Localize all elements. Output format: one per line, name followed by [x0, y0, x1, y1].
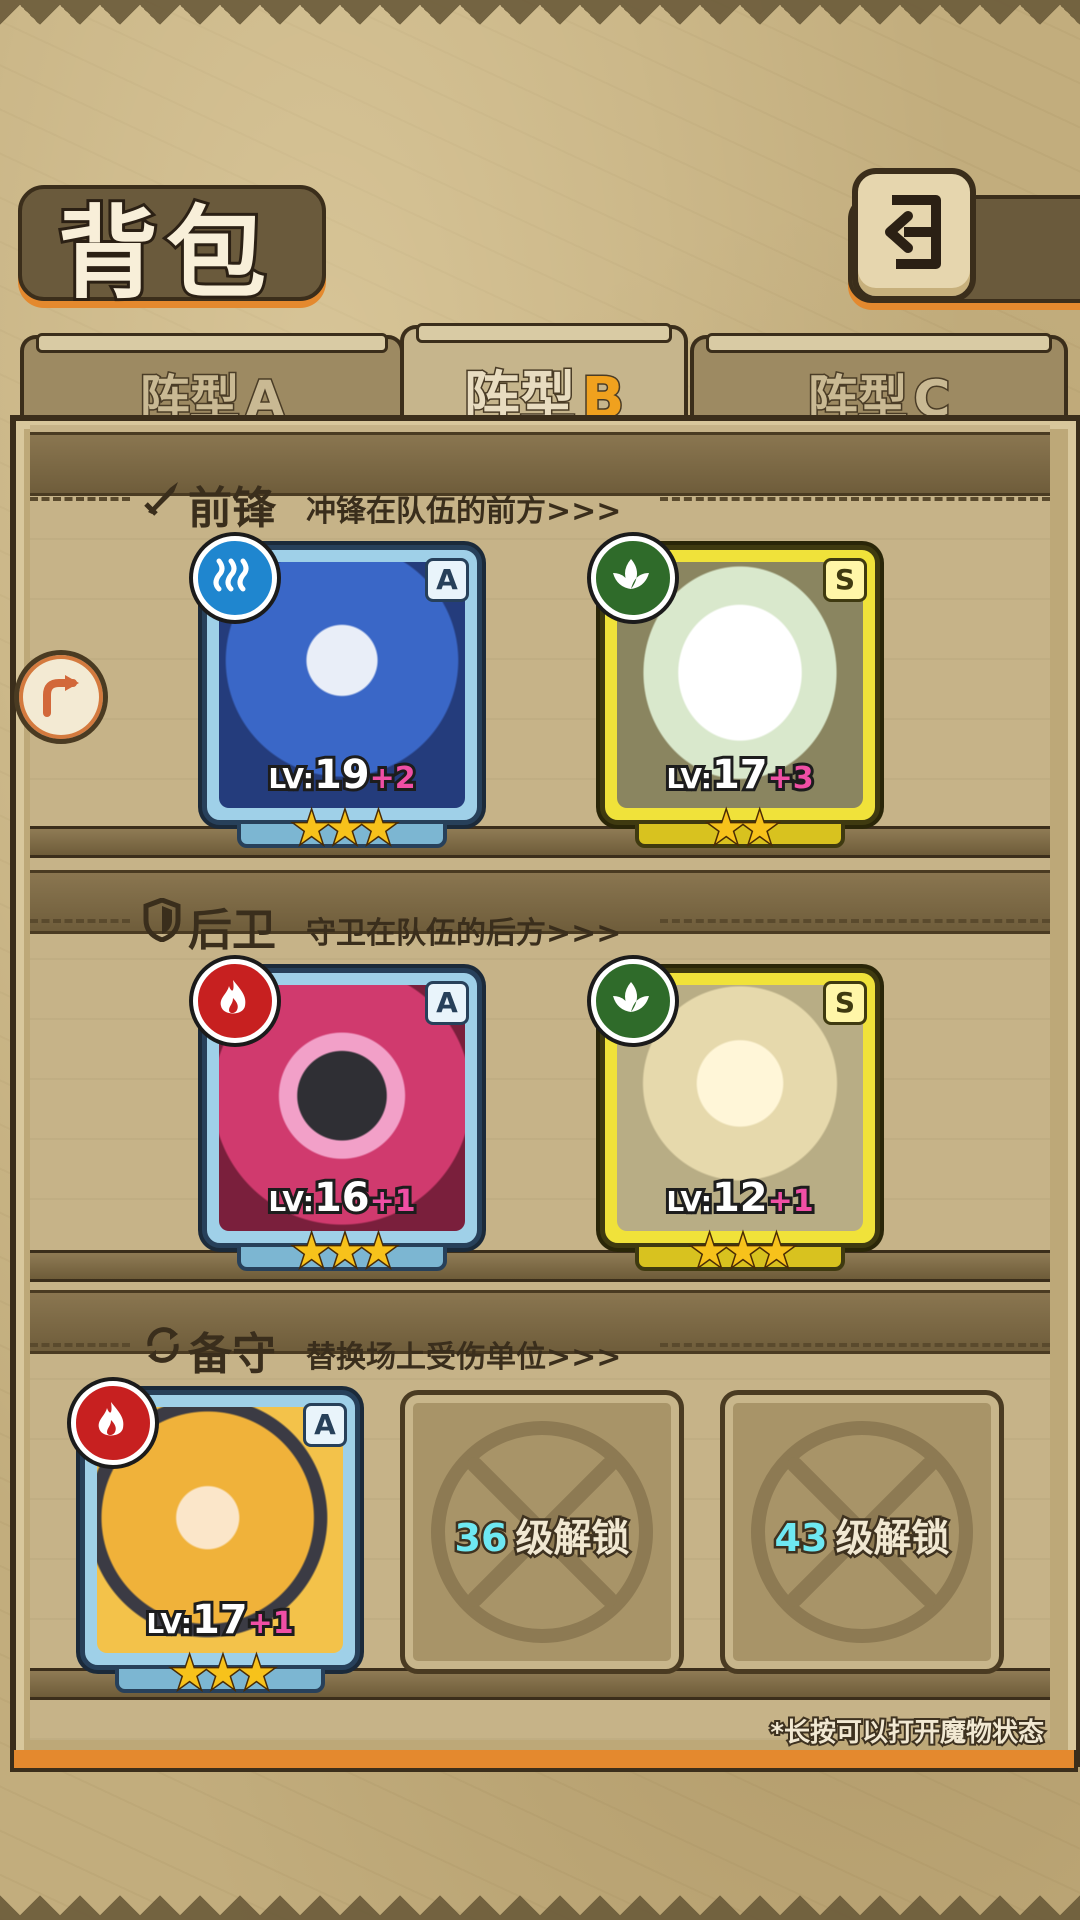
tab-rail — [36, 333, 388, 353]
level-label: LV:17+3 — [663, 749, 816, 801]
unit-card-front-1[interactable]: A LV:19+2 ★★★ — [193, 536, 482, 856]
locked-slot-1[interactable]: 36 级解锁 — [400, 1390, 684, 1674]
shield-icon — [143, 898, 181, 942]
section-title: 前锋 — [188, 483, 276, 534]
shelf — [30, 1250, 1050, 1282]
direction-arrow-icon — [43, 675, 79, 717]
section-subtitle: 冲锋在队伍的前方>>> — [306, 494, 622, 529]
section-header-back: 后卫 守卫在队伍的后方>>> — [30, 886, 1050, 956]
star-rating: ★★★ — [290, 802, 399, 856]
shelf — [30, 826, 1050, 858]
fire-element-icon — [193, 959, 277, 1043]
side-direction-button[interactable] — [14, 650, 108, 744]
unit-card-back-2[interactable]: S LV:12+1 ★★★ — [591, 959, 880, 1279]
section-title: 备守 — [188, 1329, 276, 1380]
level-label: LV:12+1 — [663, 1172, 816, 1224]
section-header-front: 前锋 冲锋在队伍的前方>>> — [30, 464, 1050, 534]
page-title: 背包 — [55, 191, 274, 315]
unlock-requirement: 43 级解锁 — [772, 1514, 952, 1563]
swap-icon — [147, 1327, 179, 1363]
long-press-hint: *长按可以打开魔物状态 — [768, 1716, 1046, 1750]
tab-rail — [706, 333, 1052, 353]
return-arrow-icon — [885, 195, 941, 269]
leaf-element-icon — [591, 536, 675, 620]
star-rating: ★★★ — [688, 1225, 797, 1279]
tab-rail — [416, 323, 672, 343]
section-header-reserve: 备守 替换场上受伤单位>>> — [30, 1310, 1050, 1380]
star-rating: ★★★ — [168, 1647, 277, 1701]
water-element-icon — [193, 536, 277, 620]
rank-badge: A — [425, 558, 469, 602]
level-label: LV:17+1 — [143, 1594, 296, 1646]
locked-slot-2[interactable]: 43 级解锁 — [720, 1390, 1004, 1674]
section-subtitle: 守卫在队伍的后方>>> — [306, 916, 622, 951]
bottom-border — [0, 1860, 1080, 1920]
level-label: LV:19+2 — [265, 749, 418, 801]
rank-badge: A — [303, 1403, 347, 1447]
unit-card-front-2[interactable]: S LV:17+3 ★★ — [591, 536, 880, 856]
unlock-requirement: 36 级解锁 — [452, 1514, 632, 1563]
fire-element-icon — [71, 1381, 155, 1465]
rank-badge: A — [425, 981, 469, 1025]
level-label: LV:16+1 — [265, 1172, 418, 1224]
back-button[interactable] — [852, 168, 976, 302]
section-subtitle: 替换场上受伤单位>>> — [306, 1340, 622, 1375]
star-rating: ★★★ — [290, 1225, 399, 1279]
rank-badge: S — [823, 981, 867, 1025]
top-border — [0, 0, 1080, 60]
section-title: 后卫 — [188, 905, 276, 956]
tab-formation-b[interactable]: 阵型 B — [400, 323, 688, 433]
star-rating: ★★ — [705, 802, 781, 856]
unit-card-back-1[interactable]: A LV:16+1 ★★★ — [193, 959, 482, 1279]
panel-bottom-frame — [10, 1750, 1078, 1772]
rank-badge: S — [823, 558, 867, 602]
leaf-element-icon — [591, 959, 675, 1043]
unit-card-reserve-1[interactable]: A LV:17+1 ★★★ — [71, 1381, 360, 1701]
sword-icon — [144, 482, 178, 516]
